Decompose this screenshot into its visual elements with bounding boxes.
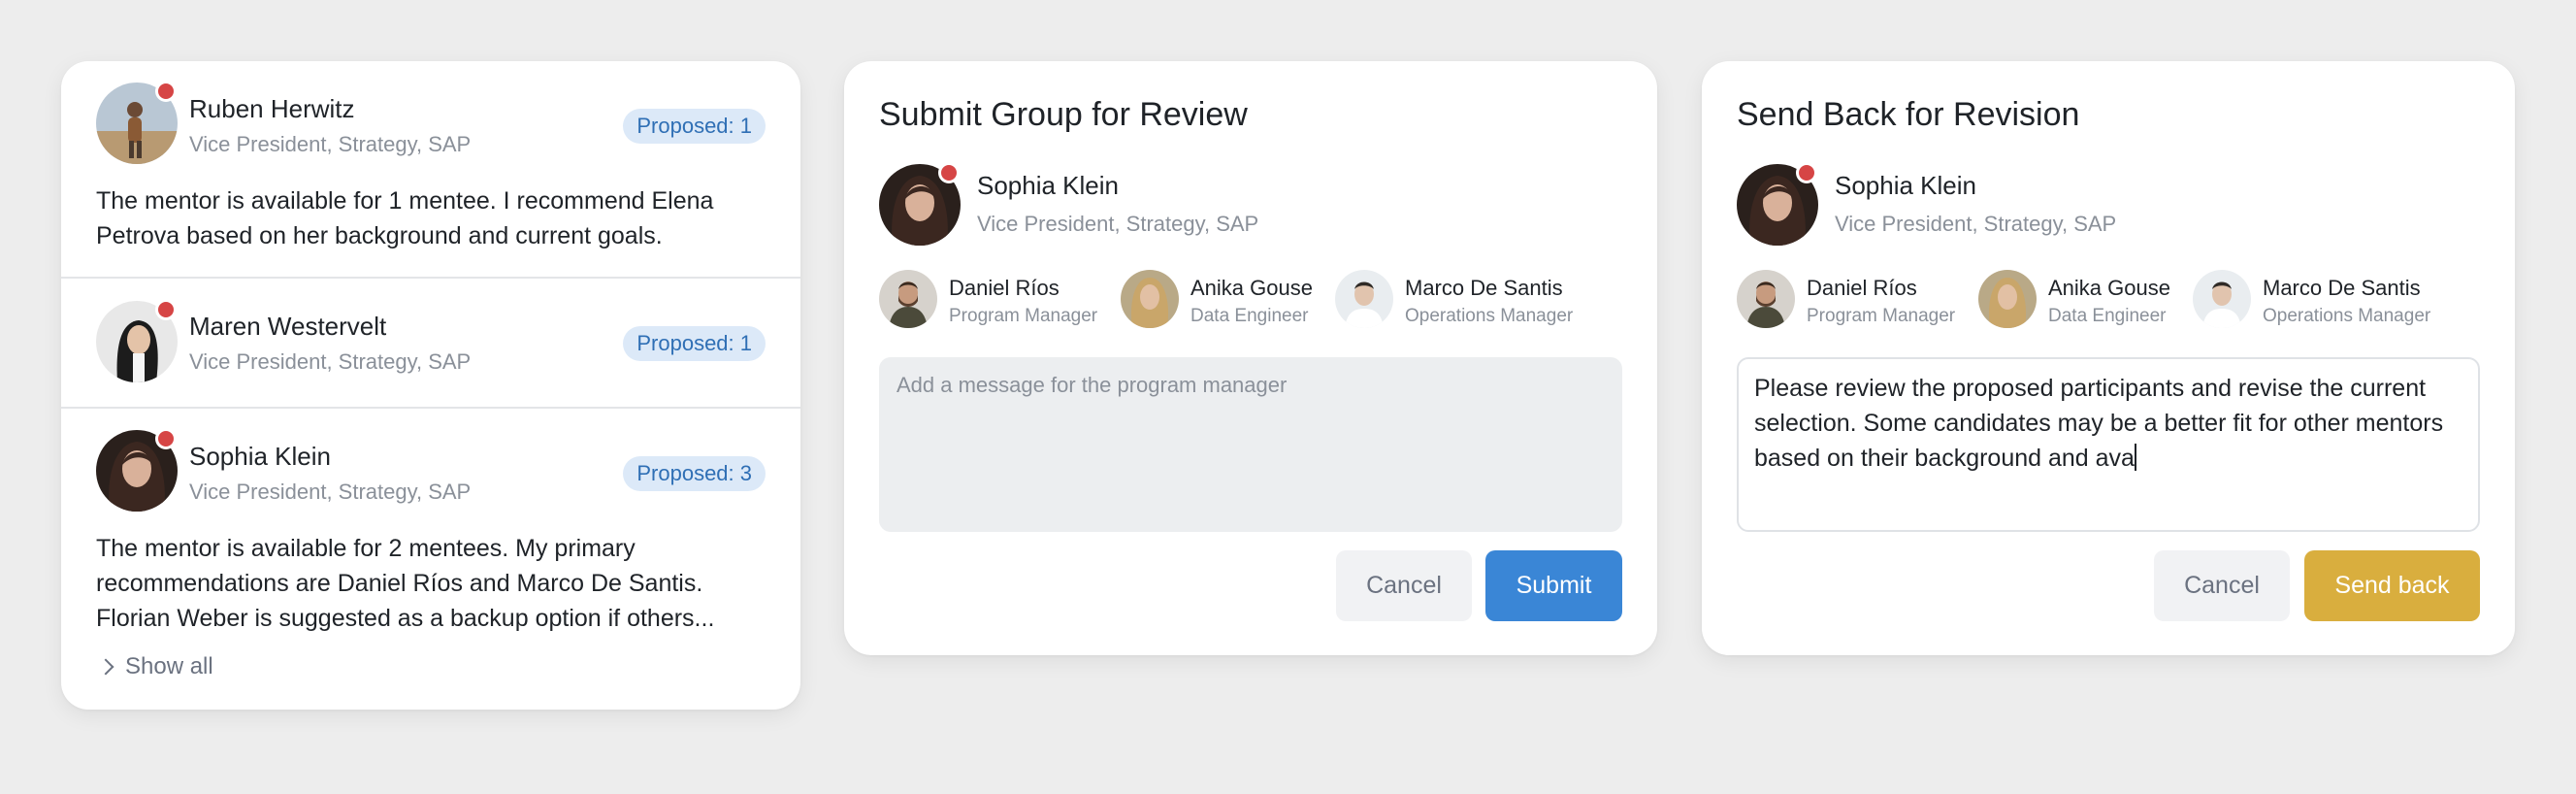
participant-name: Marco De Santis bbox=[1405, 276, 1563, 300]
participant-role: Program Manager bbox=[1807, 306, 1956, 326]
mentor-name: Maren Westervelt bbox=[189, 312, 387, 341]
avatar bbox=[1737, 162, 1818, 246]
avatar bbox=[96, 299, 178, 382]
mentor-list-card: Ruben Herwitz Vice President, Strategy, … bbox=[61, 61, 800, 710]
mentor-recommendation: The mentor is available for 2 mentees. M… bbox=[96, 535, 715, 632]
mentor-role: Vice President, Strategy, SAP bbox=[977, 212, 1259, 236]
message-textarea[interactable]: Please review the proposed participants … bbox=[1737, 357, 2480, 532]
dialog-title: Send Back for Revision bbox=[1737, 96, 2080, 133]
status-dot bbox=[938, 162, 960, 183]
avatar bbox=[1737, 270, 1795, 328]
proposed-badge: Proposed: 1 bbox=[623, 326, 766, 361]
mentor-name: Sophia Klein bbox=[1835, 171, 1976, 200]
text-cursor bbox=[2134, 444, 2136, 471]
participant-name: Daniel Ríos bbox=[1807, 276, 1917, 300]
mentor-name: Sophia Klein bbox=[977, 171, 1119, 200]
participant-name: Anika Gouse bbox=[1190, 276, 1313, 300]
message-text: Please review the proposed participants … bbox=[1754, 375, 2444, 472]
participant-name: Daniel Ríos bbox=[949, 276, 1060, 300]
participant-role: Operations Manager bbox=[2263, 306, 2431, 326]
status-dot bbox=[155, 299, 177, 320]
show-all-label: Show all bbox=[125, 653, 213, 679]
status-dot bbox=[1796, 162, 1817, 183]
mentor-role: Vice President, Strategy, SAP bbox=[189, 349, 472, 374]
mentor-role: Vice President, Strategy, SAP bbox=[189, 132, 472, 156]
proposed-badge: Proposed: 1 bbox=[623, 109, 766, 144]
send-back-button[interactable]: Send back bbox=[2304, 550, 2480, 621]
mentor-item-maren[interactable]: Maren Westervelt Vice President, Strateg… bbox=[61, 279, 800, 407]
cancel-button[interactable]: Cancel bbox=[2154, 550, 2290, 621]
mentor-role: Vice President, Strategy, SAP bbox=[1835, 212, 2117, 236]
participant-role: Operations Manager bbox=[1405, 306, 1574, 326]
submit-button[interactable]: Submit bbox=[1485, 550, 1622, 621]
status-dot bbox=[155, 428, 177, 449]
mentor-item-ruben[interactable]: Ruben Herwitz Vice President, Strategy, … bbox=[61, 61, 800, 277]
avatar bbox=[1978, 270, 2037, 328]
participant-role: Data Engineer bbox=[1190, 306, 1309, 326]
submit-review-dialog: Submit Group for Review Sophia Klein Vic… bbox=[844, 61, 1657, 655]
participant-name: Marco De Santis bbox=[2263, 276, 2421, 300]
dialog-title: Submit Group for Review bbox=[879, 96, 1248, 133]
avatar bbox=[879, 162, 961, 246]
avatar bbox=[96, 428, 178, 512]
mentor-role: Vice President, Strategy, SAP bbox=[189, 480, 472, 504]
mentor-name: Sophia Klein bbox=[189, 442, 331, 471]
avatar bbox=[879, 270, 937, 328]
participant-role: Program Manager bbox=[949, 306, 1098, 326]
participant-name: Anika Gouse bbox=[2048, 276, 2170, 300]
participant-role: Data Engineer bbox=[2048, 306, 2167, 326]
show-all-toggle[interactable]: Show all bbox=[96, 653, 213, 680]
avatar bbox=[96, 81, 178, 164]
mentor-name: Ruben Herwitz bbox=[189, 94, 355, 123]
avatar bbox=[2193, 270, 2251, 328]
avatar bbox=[1121, 270, 1179, 328]
avatar bbox=[1335, 270, 1393, 328]
status-dot bbox=[155, 81, 177, 102]
chevron-right-icon bbox=[97, 658, 114, 676]
mentor-recommendation: The mentor is available for 1 mentee. I … bbox=[96, 187, 714, 249]
send-back-dialog: Send Back for Revision Sophia Klein Vice… bbox=[1702, 61, 2515, 655]
message-input[interactable]: Add a message for the program manager bbox=[879, 357, 1622, 532]
cancel-button[interactable]: Cancel bbox=[1336, 550, 1472, 621]
proposed-badge: Proposed: 3 bbox=[623, 456, 766, 491]
